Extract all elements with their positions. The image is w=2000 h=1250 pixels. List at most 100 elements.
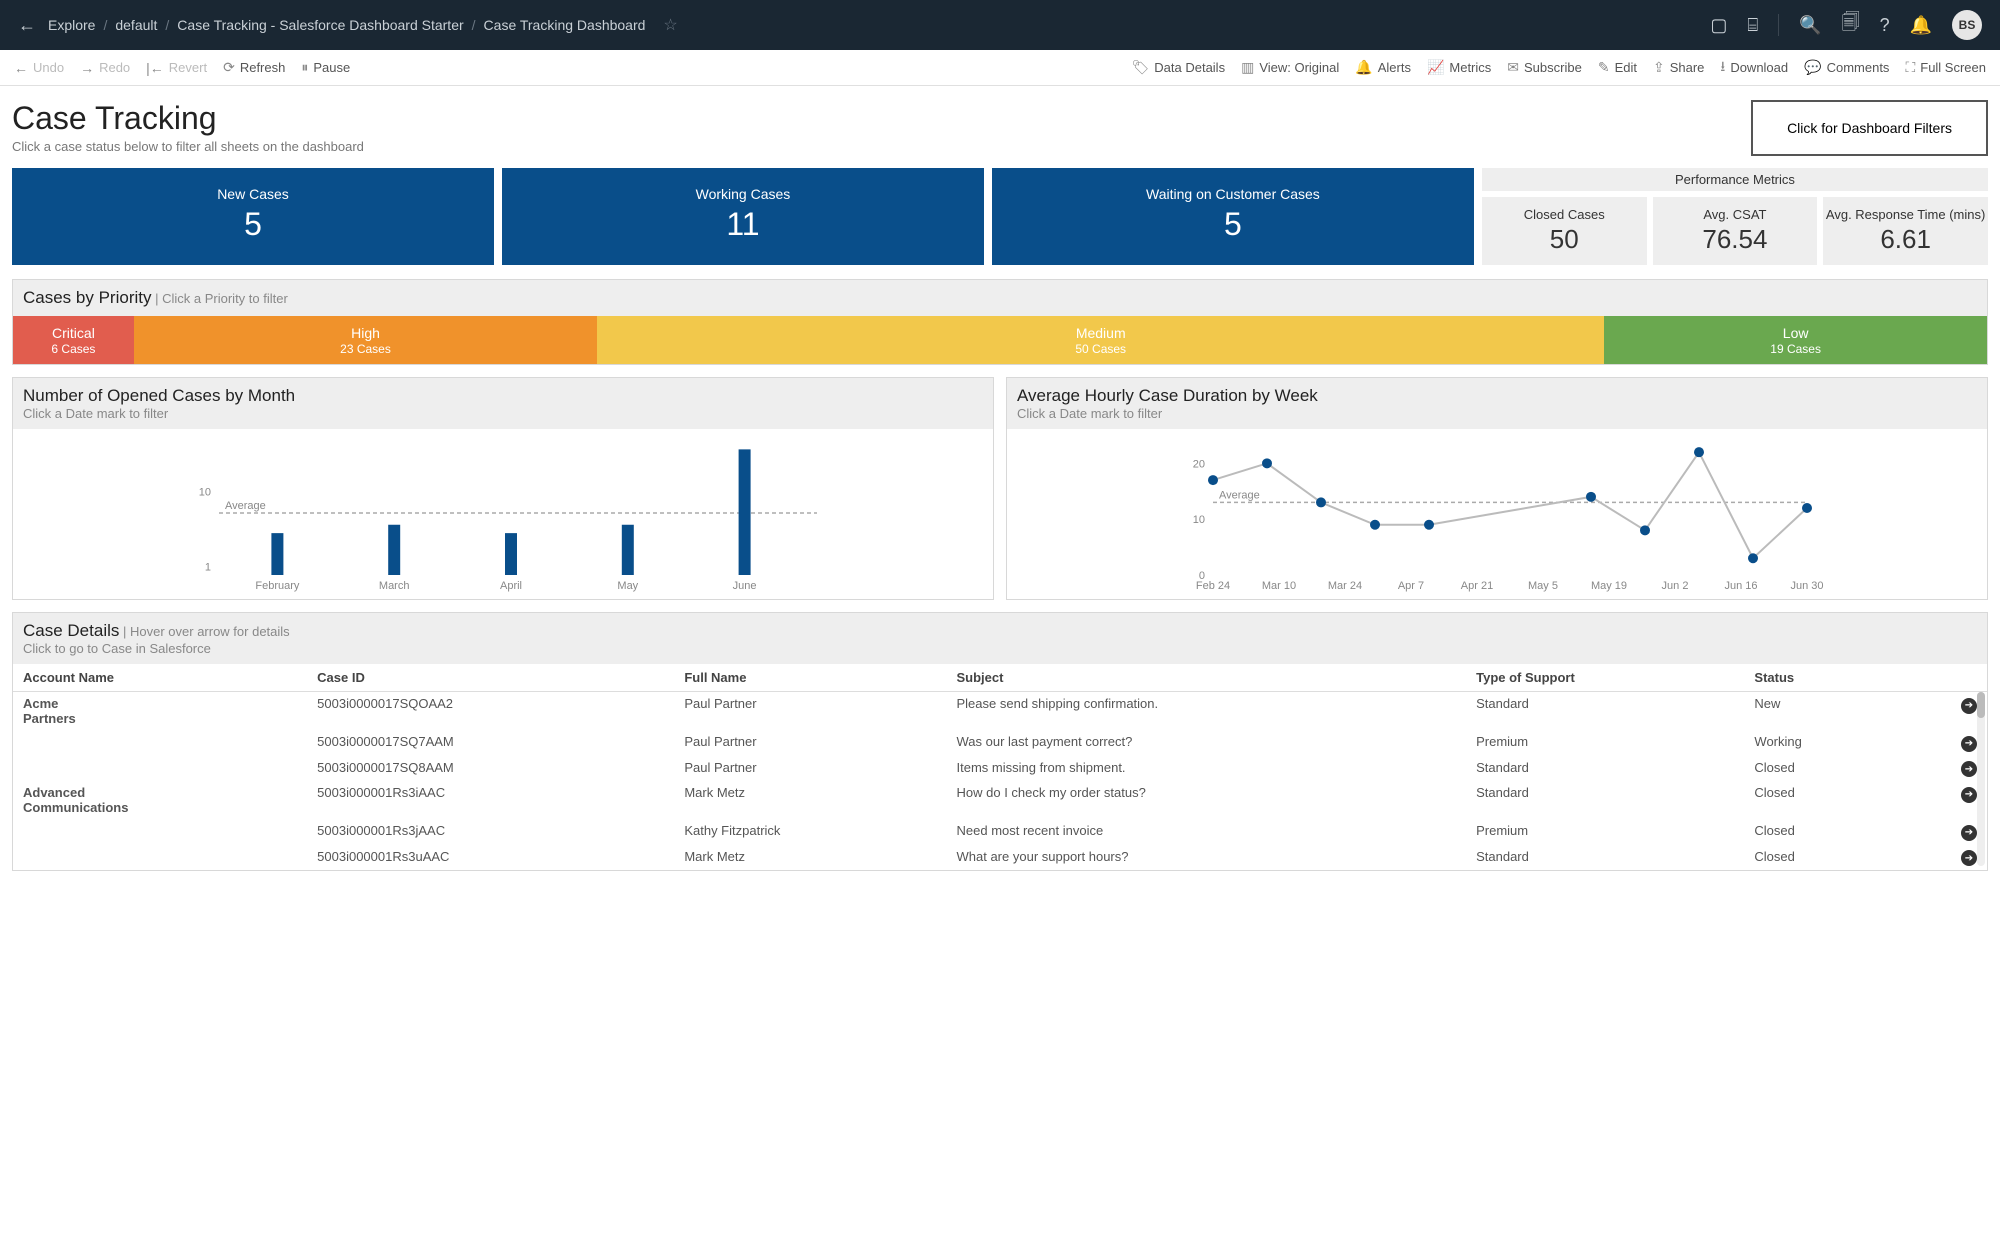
chart-hint: Click a Date mark to filter xyxy=(23,406,983,421)
toolbar: ←Undo →Redo |← Revert ⟳Refresh ⏸ Pause 🏷Da… xyxy=(0,50,2000,86)
kpi-value: 6.61 xyxy=(1823,224,1988,255)
notifications-icon[interactable]: 🔔 xyxy=(1910,15,1932,36)
undo-button[interactable]: ←Undo xyxy=(14,60,64,76)
row-arrow-icon[interactable]: ➔ xyxy=(1961,850,1977,866)
duration-by-week-panel: Average Hourly Case Duration by Week Cli… xyxy=(1006,377,1988,600)
redo-button[interactable]: →Redo xyxy=(80,60,130,76)
svg-text:Apr 21: Apr 21 xyxy=(1461,580,1493,592)
table-row[interactable]: 5003i000001Rs3jAACKathy FitzpatrickNeed … xyxy=(13,819,1987,845)
mail-icon: ✉ xyxy=(1507,59,1519,76)
metrics-button[interactable]: 📈Metrics xyxy=(1427,59,1491,76)
table-row[interactable]: 5003i0000017SQ8AAMPaul PartnerItems miss… xyxy=(13,756,1987,782)
table-row[interactable]: AdvancedCommunications5003i000001Rs3iAAC… xyxy=(13,781,1987,819)
table-row[interactable]: 5003i000001Rs3uAACMark MetzWhat are your… xyxy=(13,845,1987,871)
alerts-button[interactable]: 🔔Alerts xyxy=(1355,59,1411,76)
chart-title: Average Hourly Case Duration by Week xyxy=(1017,386,1977,406)
crumb-workbook[interactable]: Case Tracking - Salesforce Dashboard Sta… xyxy=(177,17,463,33)
revert-button[interactable]: |← Revert xyxy=(146,60,207,76)
metrics-icon: 📈 xyxy=(1427,59,1444,76)
device-icon[interactable]: ▢ xyxy=(1710,15,1727,36)
data-details-button[interactable]: 🏷Data Details xyxy=(1131,59,1225,76)
bar-chart[interactable]: 110AverageFebruaryMarchAprilMayJune xyxy=(23,435,983,595)
share-button[interactable]: ⇪ Share xyxy=(1653,59,1704,76)
col-header: Type of Support xyxy=(1466,664,1744,692)
edit-button[interactable]: ✎Edit xyxy=(1598,59,1637,76)
download-button[interactable]: ⭳Download xyxy=(1720,56,1788,80)
col-header: Case ID xyxy=(307,664,674,692)
crumb-default[interactable]: default xyxy=(115,17,157,33)
kpi-new-cases[interactable]: New Cases 5 xyxy=(12,168,494,265)
svg-text:May 19: May 19 xyxy=(1591,580,1627,592)
edit-label: Edit xyxy=(1615,60,1637,75)
row-arrow-icon[interactable]: ➔ xyxy=(1961,698,1977,714)
page-title: Case Tracking xyxy=(12,100,364,137)
kpi-working-cases[interactable]: Working Cases 11 xyxy=(502,168,984,265)
datasource-icon[interactable]: ⌸ xyxy=(1747,15,1758,36)
kpi-value: 5 xyxy=(12,206,494,243)
view-button[interactable]: ▥ View: Original xyxy=(1241,59,1339,76)
back-arrow-icon[interactable]: ← xyxy=(18,15,36,36)
svg-text:10: 10 xyxy=(199,486,211,498)
pause-icon: ⏸ xyxy=(301,59,308,76)
scrollbar-thumb[interactable] xyxy=(1977,692,1985,718)
view-icon: ▥ xyxy=(1241,59,1254,76)
page-subtitle: Click a case status below to filter all … xyxy=(12,139,364,154)
datadetails-label: Data Details xyxy=(1154,60,1225,75)
priority-high[interactable]: High23 Cases xyxy=(134,316,597,364)
priority-low[interactable]: Low19 Cases xyxy=(1604,316,1987,364)
svg-text:20: 20 xyxy=(1193,458,1205,470)
priority-critical[interactable]: Critical6 Cases xyxy=(13,316,134,364)
kpi-label: Avg. Response Time (mins) xyxy=(1823,207,1988,222)
case-details-panel: Case Details | Hover over arrow for deta… xyxy=(12,612,1988,871)
recents-icon[interactable]: 🗐 xyxy=(1842,10,1860,40)
dashboard-filters-button[interactable]: Click for Dashboard Filters xyxy=(1751,100,1988,156)
crumb-explore[interactable]: Explore xyxy=(48,17,95,33)
alerts-label: Alerts xyxy=(1378,60,1411,75)
opened-by-month-panel: Number of Opened Cases by Month Click a … xyxy=(12,377,994,600)
revert-label: Revert xyxy=(169,60,207,75)
svg-text:Jun 30: Jun 30 xyxy=(1790,580,1823,592)
col-header: Account Name xyxy=(13,664,307,692)
subscribe-button[interactable]: ✉Subscribe xyxy=(1507,59,1582,76)
revert-icon: |← xyxy=(146,60,164,76)
crumb-sep: / xyxy=(165,17,169,33)
svg-text:1: 1 xyxy=(205,562,211,574)
pause-label: Pause xyxy=(313,60,350,75)
row-arrow-icon[interactable]: ➔ xyxy=(1961,787,1977,803)
crumb-view[interactable]: Case Tracking Dashboard xyxy=(484,17,646,33)
row-arrow-icon[interactable]: ➔ xyxy=(1961,736,1977,752)
priority-hint: | Click a Priority to filter xyxy=(155,291,288,306)
row-arrow-icon[interactable]: ➔ xyxy=(1961,761,1977,777)
refresh-button[interactable]: ⟳Refresh xyxy=(223,59,285,76)
crumb-sep: / xyxy=(472,17,476,33)
details-title: Case Details xyxy=(23,621,119,640)
search-icon[interactable]: 🔍 xyxy=(1799,15,1821,36)
svg-text:March: March xyxy=(379,580,410,592)
comments-button[interactable]: 💬Comments xyxy=(1804,59,1889,76)
chart-hint: Click a Date mark to filter xyxy=(1017,406,1977,421)
view-label: View: Original xyxy=(1259,60,1339,75)
user-avatar[interactable]: BS xyxy=(1952,10,1982,40)
svg-text:Average: Average xyxy=(225,500,266,512)
pause-button[interactable]: ⏸ Pause xyxy=(301,59,350,76)
svg-text:Average: Average xyxy=(1219,489,1260,501)
priority-medium[interactable]: Medium50 Cases xyxy=(597,316,1604,364)
kpi-waiting-cases[interactable]: Waiting on Customer Cases 5 xyxy=(992,168,1474,265)
kpi-label: Closed Cases xyxy=(1482,207,1647,222)
svg-text:Jun 2: Jun 2 xyxy=(1662,580,1689,592)
table-row[interactable]: AcmePartners5003i0000017SQOAA2Paul Partn… xyxy=(13,692,1987,731)
fullscreen-icon: ⛶ xyxy=(1905,59,1915,76)
top-bar: ← Explore / default / Case Tracking - Sa… xyxy=(0,0,2000,50)
details-hint1: | Hover over arrow for details xyxy=(123,624,290,639)
row-arrow-icon[interactable]: ➔ xyxy=(1961,825,1977,841)
kpi-row: New Cases 5 Working Cases 11 Waiting on … xyxy=(12,168,1988,265)
svg-text:February: February xyxy=(255,580,300,592)
fullscreen-button[interactable]: ⛶Full Screen xyxy=(1905,59,1986,76)
scrollbar-track[interactable] xyxy=(1977,692,1985,866)
help-icon[interactable]: ? xyxy=(1880,15,1890,36)
table-row[interactable]: 5003i0000017SQ7AAMPaul PartnerWas our la… xyxy=(13,730,1987,756)
share-label: Share xyxy=(1670,60,1705,75)
share-icon: ⇪ xyxy=(1653,59,1665,76)
favorite-star-icon[interactable]: ☆ xyxy=(663,15,677,35)
line-chart[interactable]: 01020AverageFeb 24Mar 10Mar 24Apr 7Apr 2… xyxy=(1017,435,1977,595)
